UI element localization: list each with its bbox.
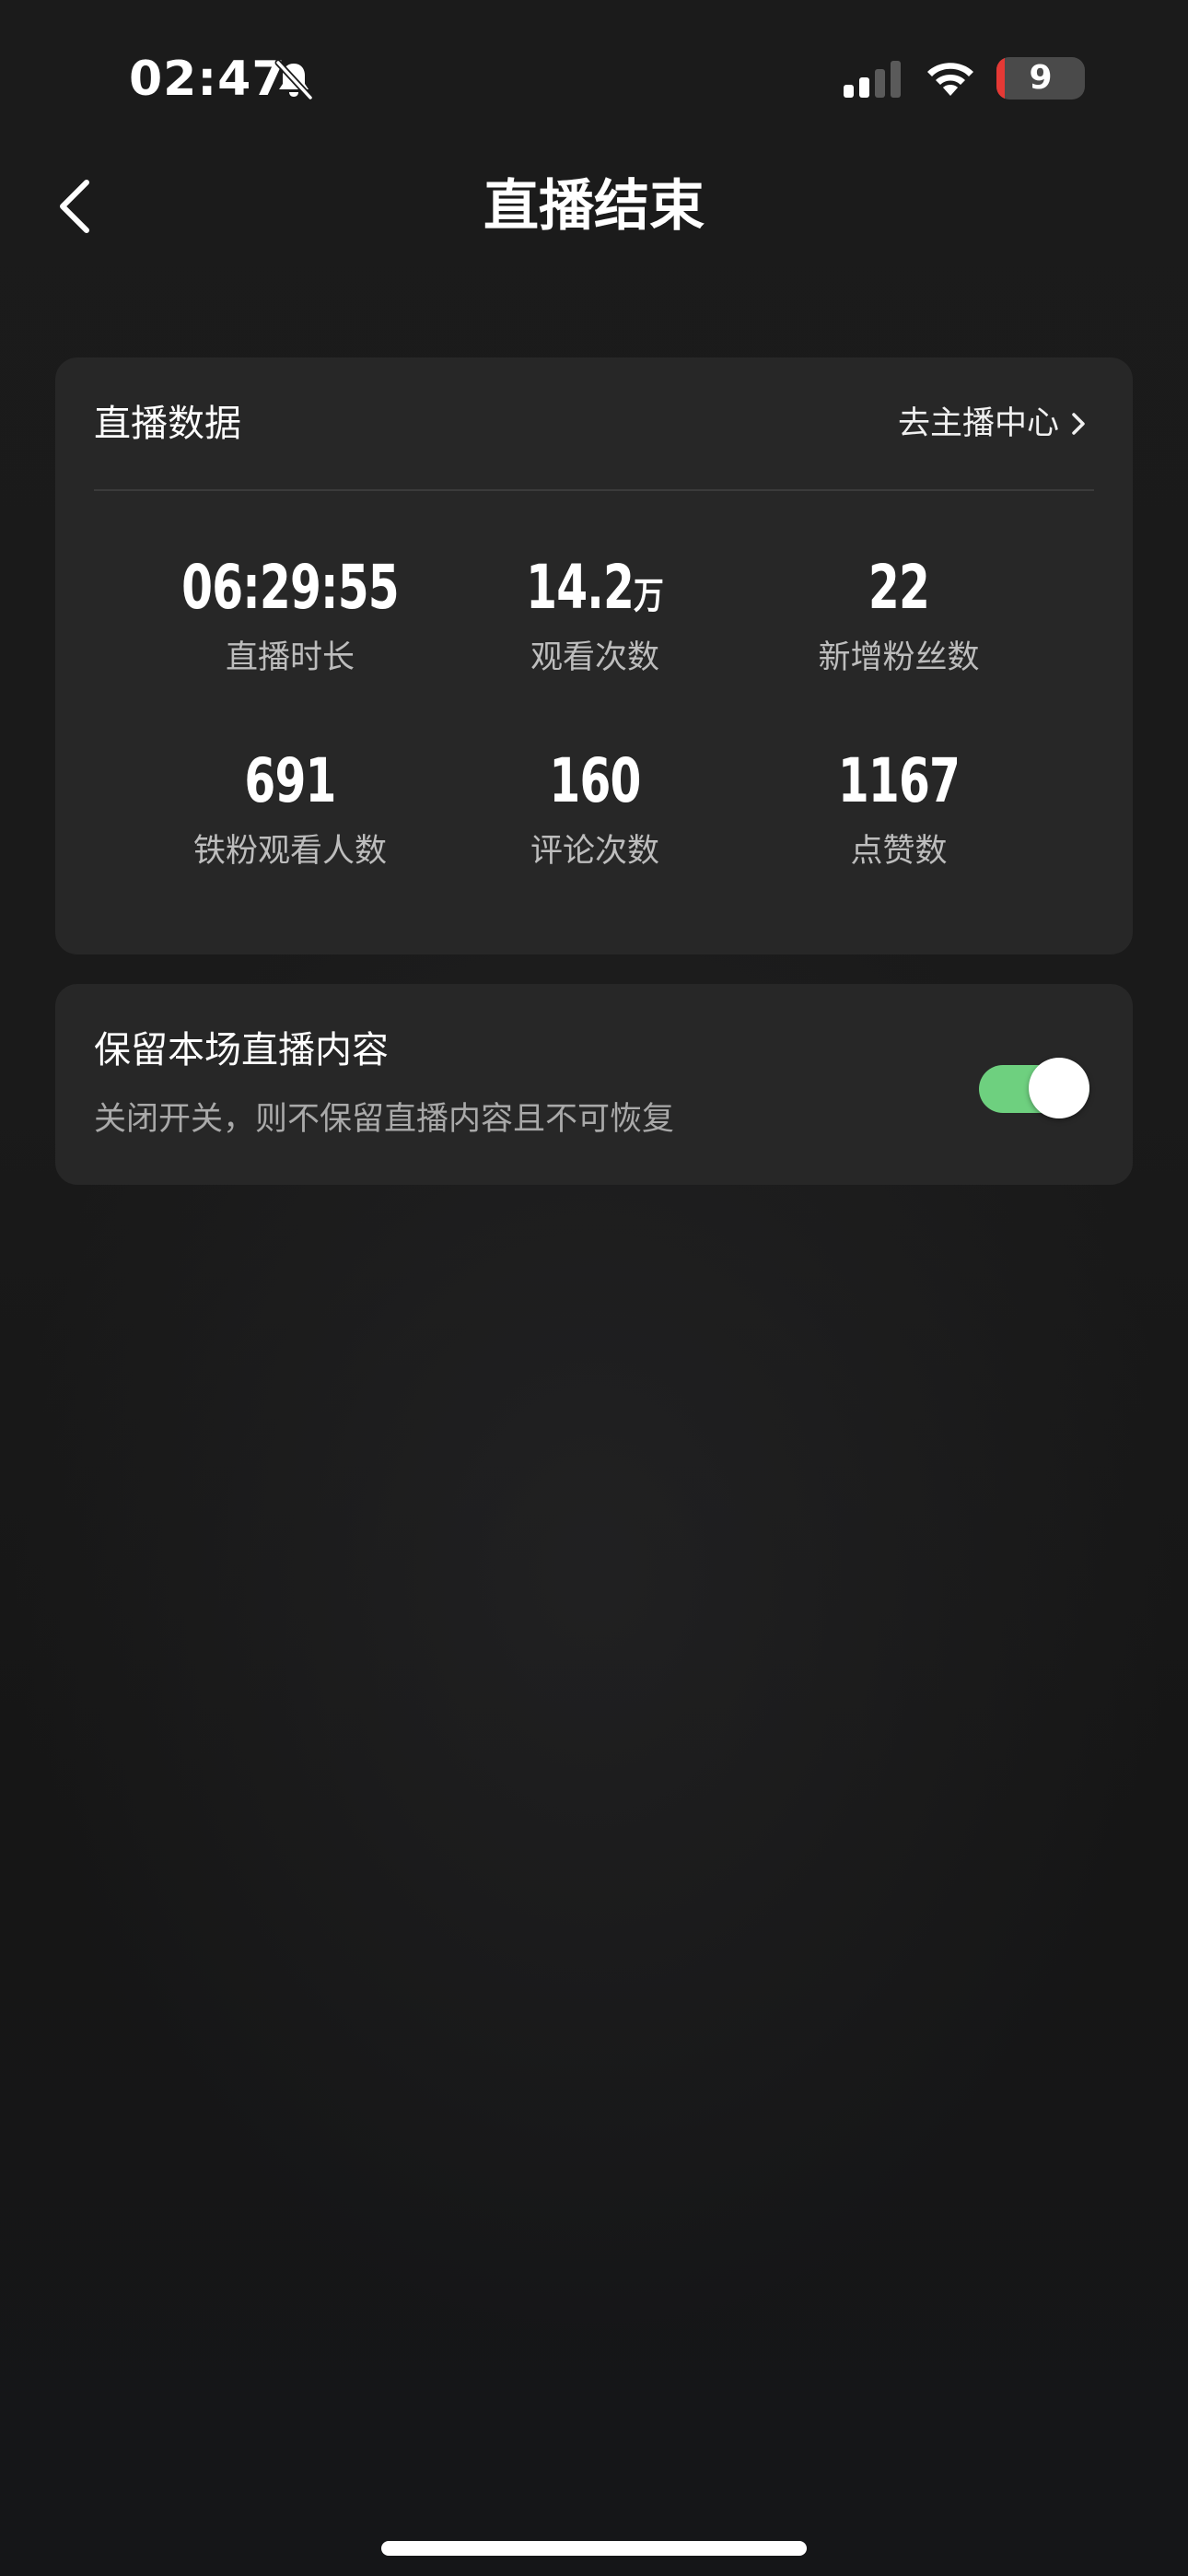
stat-value: 160	[549, 745, 641, 816]
stats-card-title: 直播数据	[94, 403, 241, 445]
battery-cap	[1078, 70, 1085, 87]
keep-content-title: 保留本场直播内容	[94, 1029, 389, 1071]
page-title: 直播结束	[483, 174, 705, 239]
stat-value: 1167	[837, 745, 961, 816]
stat-value: 691	[244, 745, 336, 816]
stat-iron-fan-viewers: 691 铁粉观看人数	[124, 744, 456, 874]
stat-value: 06:29:55	[181, 552, 399, 623]
stat-value: 22	[868, 552, 930, 623]
status-bar: 02:47 9	[0, 0, 1188, 157]
host-center-link[interactable]: 去主播中心	[898, 398, 1089, 450]
keep-content-description: 关闭开关，则不保留直播内容且不可恢复	[94, 1101, 675, 1138]
battery-icon: 9	[996, 57, 1085, 100]
keep-content-toggle[interactable]	[979, 1058, 1089, 1118]
home-indicator[interactable]	[381, 2541, 807, 2556]
stat-new-followers: 22 新增粉丝数	[733, 551, 1065, 681]
stat-label: 直播时长	[225, 639, 355, 676]
stat-live-duration: 06:29:55 直播时长	[124, 551, 456, 681]
stat-label: 铁粉观看人数	[192, 833, 387, 870]
stat-label: 点赞数	[850, 833, 948, 870]
stat-value: 14.2万	[526, 552, 664, 623]
cellular-signal-icon	[842, 59, 904, 100]
stat-label: 新增粉丝数	[818, 639, 980, 676]
stat-view-count: 14.2万 观看次数	[429, 551, 761, 681]
stat-comment-count: 160 评论次数	[429, 744, 761, 874]
wifi-icon	[923, 55, 978, 100]
host-center-link-label: 去主播中心	[897, 405, 1059, 442]
keep-content-card: 保留本场直播内容 关闭开关，则不保留直播内容且不可恢复	[55, 984, 1133, 1185]
live-stats-card: 直播数据 去主播中心 06:29:55 直播时长 14.2万 观看次数 22 新…	[55, 357, 1133, 954]
stat-label: 评论次数	[530, 833, 659, 870]
toggle-knob	[1029, 1058, 1089, 1118]
stat-label: 观看次数	[530, 639, 659, 676]
bell-slash-icon	[273, 59, 315, 101]
stat-like-count: 1167 点赞数	[733, 744, 1065, 874]
battery-level: 9	[1029, 59, 1053, 97]
status-time: 02:47	[129, 52, 286, 107]
chevron-right-icon	[1072, 413, 1085, 435]
card-divider	[94, 489, 1094, 491]
